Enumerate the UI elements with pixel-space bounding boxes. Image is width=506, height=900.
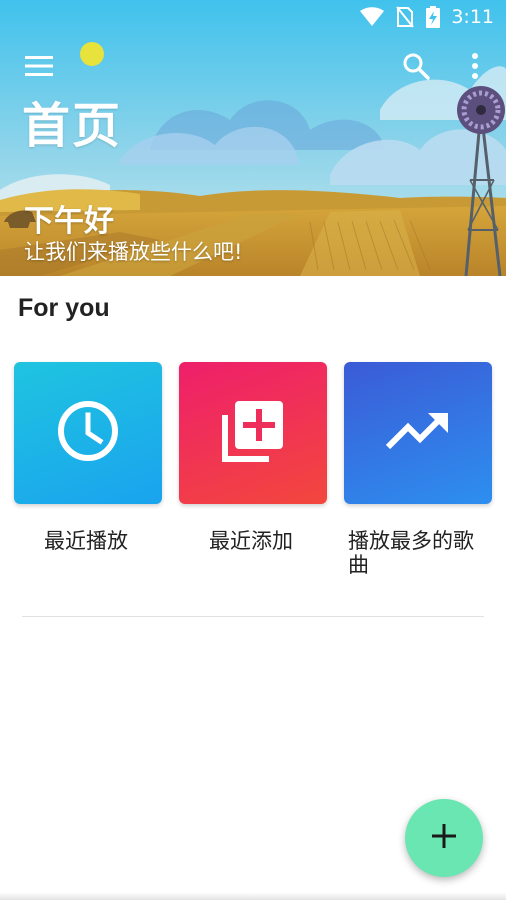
card-recently-played[interactable] [14, 362, 162, 504]
playlist-add-icon [221, 399, 285, 467]
menu-button[interactable] [17, 46, 61, 90]
card-label-recently-played: 最近播放 [44, 529, 128, 553]
status-icons [360, 6, 440, 32]
header-banner: 3:11 首页 下午好 让我们来播放些什么吧! [0, 0, 506, 276]
card-recently-added[interactable] [179, 362, 327, 504]
search-icon [402, 52, 430, 84]
plus-icon [432, 824, 456, 852]
bottom-edge-shadow [0, 892, 506, 900]
menu-icon [25, 56, 53, 80]
card-most-played[interactable] [344, 362, 492, 504]
wifi-icon [360, 7, 384, 31]
divider [22, 616, 484, 617]
more-options-button[interactable] [453, 46, 497, 90]
search-button[interactable] [394, 46, 438, 90]
trending-up-icon [385, 411, 450, 455]
greeting-subtitle: 让我们来播放些什么吧! [24, 240, 243, 264]
status-time: 3:11 [451, 6, 494, 28]
clock-icon [56, 399, 120, 467]
page-title: 首页 [22, 98, 123, 154]
section-title-for-you: For you [18, 294, 110, 322]
more-vert-icon [471, 53, 479, 83]
card-label-recently-added: 最近添加 [209, 529, 293, 553]
greeting-text: 下午好 [24, 204, 114, 239]
battery-charging-icon [426, 6, 440, 32]
no-sim-icon [396, 6, 414, 32]
card-label-most-played: 播放最多的歌曲 [348, 529, 474, 577]
status-bar: 3:11 [0, 0, 506, 34]
add-fab[interactable] [405, 799, 483, 877]
